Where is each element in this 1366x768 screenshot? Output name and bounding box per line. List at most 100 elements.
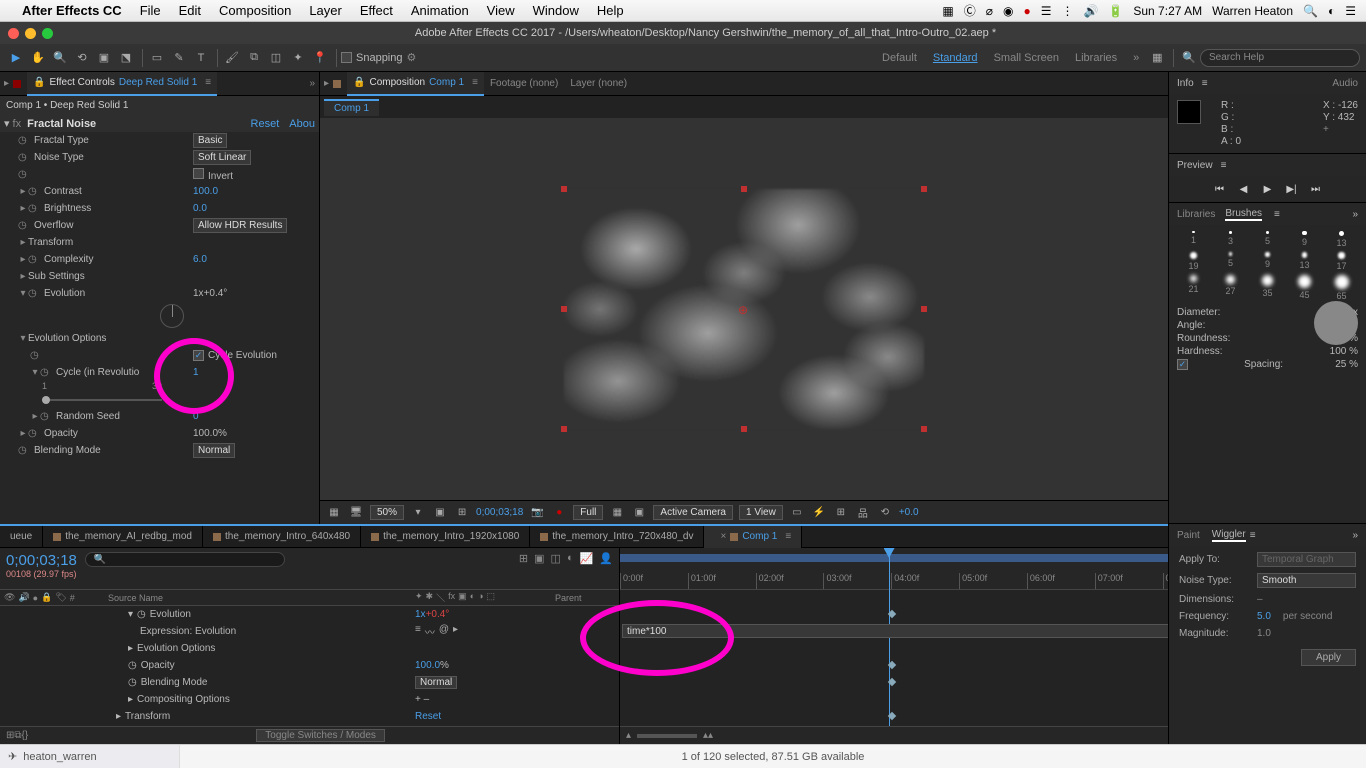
- enable-expression-icon[interactable]: ≡: [415, 624, 421, 639]
- ruler-tick[interactable]: 04:00f: [891, 573, 959, 589]
- brush-preset[interactable]: 27: [1214, 275, 1247, 301]
- stopwatch-icon[interactable]: ◷: [18, 152, 30, 163]
- wiggler-tab[interactable]: Wiggler: [1212, 529, 1246, 542]
- tl-footer-icon[interactable]: ⧉: [14, 730, 21, 741]
- overflow-dropdown[interactable]: Allow HDR Results: [193, 218, 287, 233]
- pixel-aspect-icon[interactable]: ▭: [789, 505, 805, 521]
- wifi-icon[interactable]: ☰: [1041, 4, 1052, 18]
- fast-preview-icon[interactable]: ⚡: [811, 505, 827, 521]
- tl-footer-icon[interactable]: {}: [22, 730, 29, 741]
- tl-footer-icon[interactable]: ⊞: [6, 730, 14, 741]
- brush-preset[interactable]: 9: [1288, 231, 1321, 248]
- pan-behind-tool[interactable]: ⬔: [116, 48, 136, 68]
- zoom-dropdown[interactable]: 50%: [370, 505, 404, 520]
- last-frame-button[interactable]: ⏭: [1309, 182, 1323, 196]
- shape-tool[interactable]: ▭: [147, 48, 167, 68]
- pick-whip-icon[interactable]: @: [439, 624, 449, 639]
- menubar-extra-icon[interactable]: ⌀: [986, 4, 993, 18]
- twirl-icon[interactable]: ▸: [18, 186, 28, 197]
- zoom-in-icon[interactable]: ▴▴: [703, 730, 713, 741]
- motion-blur-icon[interactable]: ◐: [567, 552, 574, 565]
- twirl-icon[interactable]: ▸: [128, 643, 133, 654]
- expression-language-icon[interactable]: ▸: [453, 624, 458, 639]
- menu-file[interactable]: File: [140, 3, 161, 18]
- timeline-tab[interactable]: the_memory_Intro_1920x1080: [361, 526, 530, 548]
- snapping-options-icon[interactable]: ⚙: [407, 51, 417, 64]
- libraries-tab[interactable]: Libraries: [1177, 209, 1215, 220]
- brush-preset[interactable]: 45: [1288, 275, 1321, 301]
- tl-opacity-value[interactable]: 100.0: [415, 660, 440, 671]
- brush-preset[interactable]: 17: [1325, 252, 1358, 271]
- video-column-icon[interactable]: 👁: [4, 592, 15, 603]
- panel-menu-icon[interactable]: ≡: [1221, 160, 1227, 171]
- camera-tool[interactable]: ▣: [94, 48, 114, 68]
- ruler-tick[interactable]: 03:00f: [823, 573, 891, 589]
- keyframe-marker[interactable]: [887, 712, 895, 720]
- menu-animation[interactable]: Animation: [411, 3, 469, 18]
- menubar-extra-icon[interactable]: ◉: [1003, 4, 1013, 18]
- timeline-search-input[interactable]: [85, 552, 285, 567]
- stopwatch-icon[interactable]: ◷: [28, 288, 40, 299]
- timeline-icon[interactable]: ⊞: [833, 505, 849, 521]
- preview-tab[interactable]: Preview: [1177, 160, 1213, 171]
- prev-frame-button[interactable]: ◀: [1237, 182, 1251, 196]
- mask-icon[interactable]: ▣: [631, 505, 647, 521]
- stopwatch-icon[interactable]: ◷: [18, 169, 30, 180]
- zoom-out-icon[interactable]: ▴: [626, 730, 631, 741]
- panel-nav-icon[interactable]: ▸: [4, 78, 9, 89]
- flowchart-icon[interactable]: ▦: [326, 505, 342, 521]
- keyframe-marker[interactable]: [887, 610, 895, 618]
- switch-icon[interactable]: ＼: [436, 591, 445, 604]
- wiggler-magnitude-value[interactable]: 1.0: [1257, 628, 1271, 639]
- twirl-icon[interactable]: ▸: [18, 428, 28, 439]
- search-help-input[interactable]: Search Help: [1200, 49, 1360, 67]
- tab-close-icon[interactable]: ×: [720, 531, 726, 542]
- frame-blend-icon[interactable]: ◫: [551, 552, 561, 565]
- app-menu[interactable]: After Effects CC: [22, 3, 122, 18]
- toggle-switches-button[interactable]: Toggle Switches / Modes: [256, 729, 385, 742]
- eraser-tool[interactable]: ◫: [266, 48, 286, 68]
- twirl-icon[interactable]: ▸: [128, 694, 133, 705]
- wiggler-apply-to-dropdown[interactable]: Temporal Graph: [1257, 552, 1356, 567]
- evolution-dial[interactable]: [160, 304, 184, 328]
- stopwatch-icon[interactable]: ◷: [18, 445, 30, 456]
- switch-icon[interactable]: ◑: [478, 591, 483, 604]
- timeline-tab[interactable]: ueue: [0, 526, 43, 548]
- invert-checkbox[interactable]: [193, 168, 204, 179]
- transform-handle[interactable]: [741, 426, 747, 432]
- opacity-value[interactable]: 100.0: [193, 428, 218, 439]
- play-button[interactable]: ▶: [1261, 182, 1275, 196]
- selection-tool[interactable]: ▶: [6, 48, 26, 68]
- ruler-tick[interactable]: 0:00f: [620, 573, 688, 589]
- twirl-icon[interactable]: ▸: [18, 237, 28, 248]
- transparency-icon[interactable]: ▦: [609, 505, 625, 521]
- orbit-tool[interactable]: ⟲: [72, 48, 92, 68]
- menu-edit[interactable]: Edit: [179, 3, 201, 18]
- channel-icon[interactable]: ●: [551, 505, 567, 521]
- next-frame-button[interactable]: ▶|: [1285, 182, 1299, 196]
- menu-layer[interactable]: Layer: [309, 3, 342, 18]
- info-tab[interactable]: Info: [1177, 78, 1194, 89]
- layer-tab[interactable]: Layer (none): [564, 72, 633, 96]
- footage-tab[interactable]: Footage (none): [484, 72, 564, 96]
- menubar-extra-icon[interactable]: ▦: [942, 4, 953, 18]
- snapping-checkbox[interactable]: [341, 52, 352, 63]
- clone-tool[interactable]: ⧉: [244, 48, 264, 68]
- twirl-icon[interactable]: ▸: [18, 203, 28, 214]
- ruler-tick[interactable]: 06:00f: [1027, 573, 1095, 589]
- brush-preset[interactable]: 1: [1177, 231, 1210, 248]
- panel-overflow-icon[interactable]: »: [1352, 530, 1358, 541]
- current-time[interactable]: 0;00;03;18: [476, 507, 523, 518]
- audio-column-icon[interactable]: 🔊: [18, 592, 29, 603]
- workspace-standard[interactable]: Standard: [925, 52, 986, 64]
- ruler-tick[interactable]: 05:00f: [959, 573, 1027, 589]
- brush-preset[interactable]: 13: [1325, 231, 1358, 248]
- contrast-value[interactable]: 100.0: [193, 186, 313, 197]
- keyframe-marker[interactable]: [887, 661, 895, 669]
- shy-icon[interactable]: 👤: [599, 552, 613, 565]
- hand-tool[interactable]: ✋: [28, 48, 48, 68]
- transform-handle[interactable]: [561, 306, 567, 312]
- pen-tool[interactable]: ✎: [169, 48, 189, 68]
- stopwatch-icon[interactable]: ◷: [128, 660, 137, 671]
- tab-menu-icon[interactable]: ≡: [472, 77, 478, 88]
